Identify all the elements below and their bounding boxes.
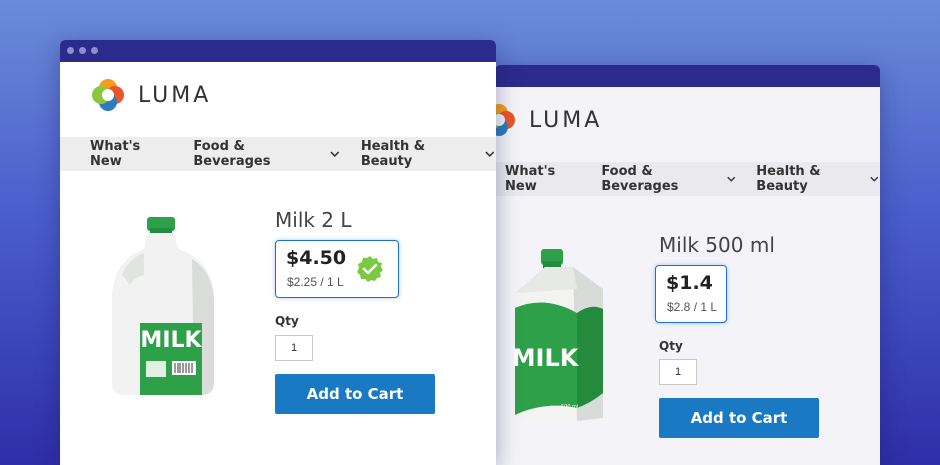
- quantity-input[interactable]: 1: [275, 335, 313, 361]
- window-dot-icon[interactable]: [67, 47, 74, 54]
- chevron-down-icon: [870, 176, 879, 182]
- window-controls: [67, 47, 98, 54]
- nav-item-label: What's New: [90, 139, 141, 169]
- site-header: LUMA: [60, 62, 496, 137]
- qty-label: Qty: [275, 314, 299, 328]
- svg-text:MILK: MILK: [140, 328, 202, 353]
- qty-label: Qty: [659, 339, 683, 353]
- unit-price: $2.8 / 1 L: [667, 300, 718, 314]
- chevron-down-icon: [330, 151, 340, 158]
- product-window-back: LUMA What's New Food & Beverages Health …: [495, 65, 880, 465]
- milk-carton-icon: MILK 500 ml: [512, 249, 603, 421]
- main-nav: What's New Food & Beverages Health & Bea…: [60, 137, 496, 171]
- product-window-front: LUMA What's New Food & Beverages Health …: [60, 40, 496, 465]
- brand-name: LUMA: [529, 107, 603, 133]
- price-box: $1.4 $2.8 / 1 L: [655, 265, 727, 323]
- nav-item-label: Health & Beauty: [360, 139, 426, 169]
- nav-item-whats-new[interactable]: What's New: [505, 164, 581, 194]
- product-price: $1.4: [666, 272, 713, 294]
- chevron-down-icon: [485, 151, 495, 158]
- svg-text:500 ml: 500 ml: [561, 404, 578, 410]
- checkmark-badge-icon: [357, 256, 383, 282]
- window-dot-icon[interactable]: [79, 47, 86, 54]
- window-titlebar: [60, 40, 496, 62]
- product-price: $4.50: [286, 247, 347, 269]
- luma-logo[interactable]: LUMA: [495, 102, 602, 138]
- nav-item-label: What's New: [505, 164, 556, 194]
- nav-item-health-beauty[interactable]: Health & Beauty: [361, 139, 496, 169]
- quantity-input[interactable]: 1: [659, 359, 697, 385]
- price-box: $4.50 $2.25 / 1 L: [275, 240, 399, 298]
- window-titlebar: [495, 65, 880, 87]
- luma-logo-icon: [92, 79, 124, 111]
- add-to-cart-button[interactable]: Add to Cart: [659, 398, 819, 438]
- nav-item-label: Health & Beauty: [756, 164, 821, 194]
- nav-item-food-beverages[interactable]: Food & Beverages: [193, 139, 340, 169]
- milk-jug-icon: MILK: [112, 217, 214, 395]
- main-nav: What's New Food & Beverages Health & Bea…: [495, 162, 880, 196]
- product-title: Milk 2 L: [275, 208, 352, 232]
- site-header: LUMA: [495, 87, 880, 162]
- nav-item-label: Food & Beverages: [601, 164, 679, 194]
- luma-logo[interactable]: LUMA: [90, 77, 211, 113]
- svg-text:MILK: MILK: [512, 344, 580, 372]
- unit-price: $2.25 / 1 L: [287, 275, 344, 289]
- nav-item-food-beverages[interactable]: Food & Beverages: [601, 164, 736, 194]
- add-to-cart-button[interactable]: Add to Cart: [275, 374, 435, 414]
- nav-item-whats-new[interactable]: What's New: [90, 139, 173, 169]
- product-title: Milk 500 ml: [659, 233, 775, 257]
- nav-item-health-beauty[interactable]: Health & Beauty: [756, 164, 880, 194]
- chevron-down-icon: [727, 176, 736, 182]
- luma-logo-icon: [495, 104, 515, 136]
- nav-item-label: Food & Beverages: [193, 139, 271, 169]
- brand-name: LUMA: [138, 82, 212, 108]
- window-dot-icon[interactable]: [91, 47, 98, 54]
